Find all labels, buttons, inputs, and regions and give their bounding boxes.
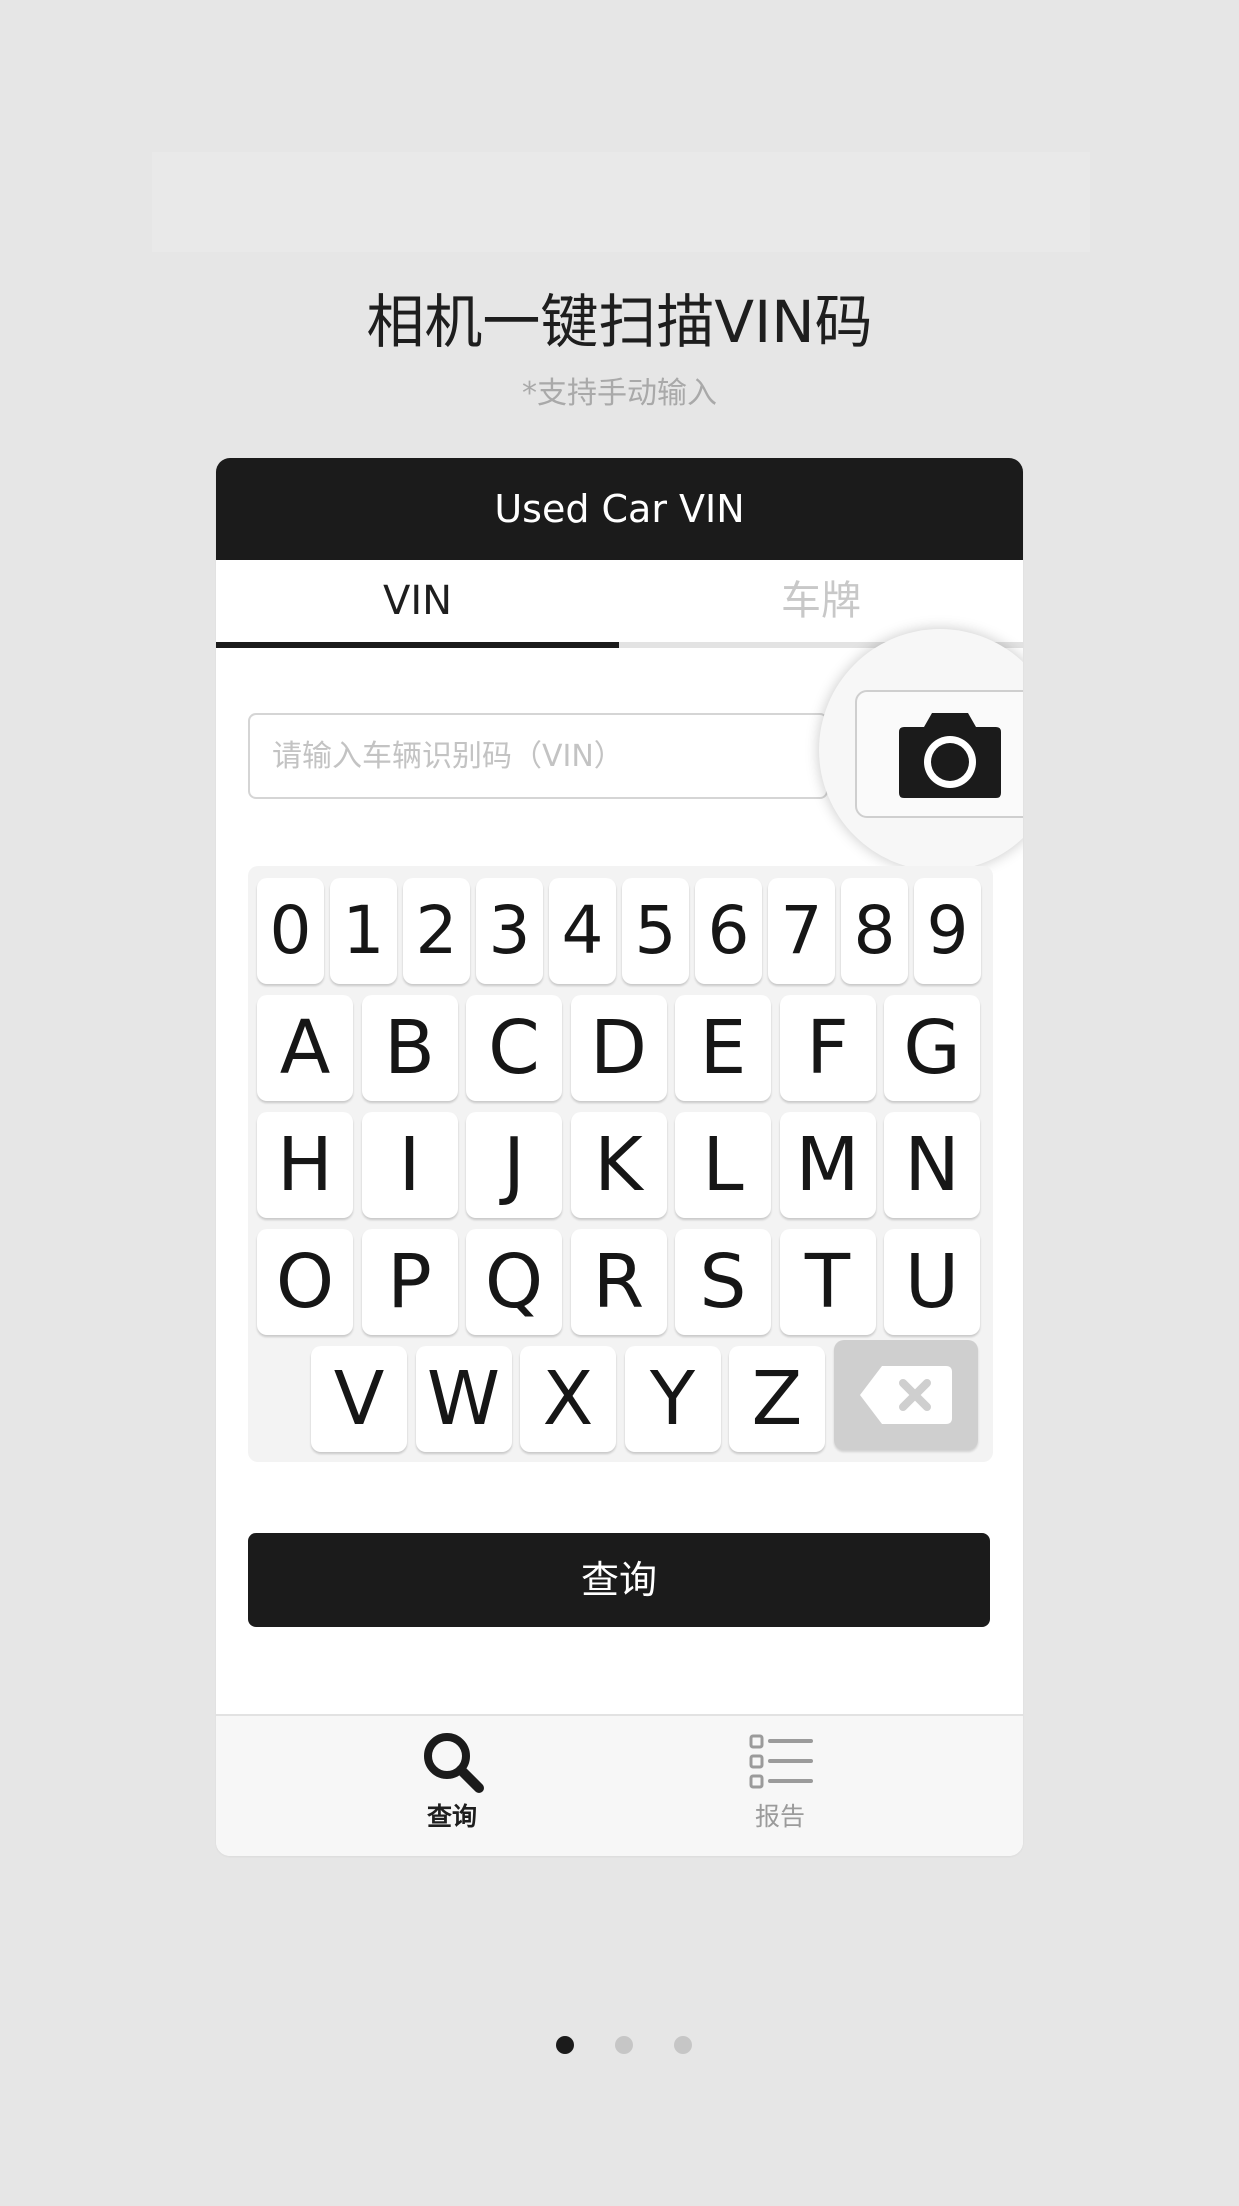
page-dot-3[interactable] — [674, 2036, 692, 2054]
key[interactable]: W — [415, 1346, 512, 1452]
key[interactable]: Y — [624, 1346, 721, 1452]
key[interactable]: H — [257, 1112, 353, 1218]
list-icon — [749, 1734, 813, 1789]
camera-icon — [899, 713, 1001, 798]
key[interactable]: Z — [729, 1346, 825, 1452]
vin-input[interactable] — [248, 713, 828, 799]
key[interactable]: S — [675, 1229, 771, 1335]
key[interactable]: 2 — [403, 878, 470, 984]
key[interactable]: L — [675, 1112, 771, 1218]
key[interactable]: 9 — [914, 878, 981, 984]
key[interactable]: 1 — [330, 878, 397, 984]
key[interactable]: R — [570, 1229, 667, 1335]
query-button[interactable]: 查询 — [248, 1533, 990, 1627]
key[interactable]: N — [884, 1112, 980, 1218]
bottom-nav: 查询 报告 — [216, 1714, 1023, 1856]
key[interactable]: E — [675, 995, 771, 1101]
key[interactable]: M — [779, 1112, 876, 1218]
key[interactable]: 4 — [549, 878, 616, 984]
vin-keyboard: 0123456789 ABCDEFG HIJKLMN OPQRSTU VWXYZ — [248, 866, 993, 1462]
key[interactable]: 5 — [622, 878, 689, 984]
key[interactable]: Q — [466, 1229, 562, 1335]
key[interactable]: 6 — [695, 878, 762, 984]
page-dot-2[interactable] — [615, 2036, 633, 2054]
key[interactable]: A — [257, 995, 353, 1101]
app-title: Used Car VIN — [216, 458, 1023, 560]
promo-headline: 相机一键扫描VIN码 — [366, 288, 873, 356]
key[interactable]: U — [884, 1229, 980, 1335]
key[interactable]: 0 — [257, 878, 324, 984]
key[interactable]: 7 — [768, 878, 835, 984]
tab-vin[interactable]: VIN — [216, 560, 619, 648]
key[interactable]: 3 — [476, 878, 543, 984]
key[interactable]: J — [466, 1112, 562, 1218]
key[interactable]: F — [779, 995, 876, 1101]
key[interactable]: B — [361, 995, 458, 1101]
key[interactable]: V — [311, 1346, 407, 1452]
key[interactable]: X — [520, 1346, 616, 1452]
promo-subheadline: *支持手动输入 — [522, 376, 717, 411]
backspace-key[interactable] — [834, 1340, 978, 1450]
key[interactable]: G — [884, 995, 980, 1101]
nav-item-report[interactable]: 报告 — [680, 1716, 880, 1856]
key[interactable]: D — [570, 995, 667, 1101]
backspace-icon — [860, 1366, 952, 1424]
key[interactable]: K — [570, 1112, 667, 1218]
key[interactable]: 8 — [841, 878, 908, 984]
top-banner-band — [152, 152, 1090, 252]
key[interactable]: P — [361, 1229, 458, 1335]
page-indicator — [0, 2033, 1239, 2057]
key[interactable]: O — [257, 1229, 353, 1335]
page-dot-1[interactable] — [556, 2036, 574, 2054]
search-icon — [424, 1733, 484, 1793]
key[interactable]: T — [779, 1229, 876, 1335]
key[interactable]: I — [361, 1112, 458, 1218]
camera-magnifier — [819, 629, 1023, 871]
nav-label-query: 查询 — [426, 1802, 477, 1831]
camera-scan-button[interactable] — [855, 690, 1023, 818]
nav-label-report: 报告 — [754, 1802, 805, 1831]
nav-item-query[interactable]: 查询 — [352, 1716, 552, 1856]
phone-mockup: Used Car VIN VIN 车牌 0123456789ABCDEFGHIJ… — [216, 458, 1023, 1856]
key[interactable]: C — [466, 995, 562, 1101]
